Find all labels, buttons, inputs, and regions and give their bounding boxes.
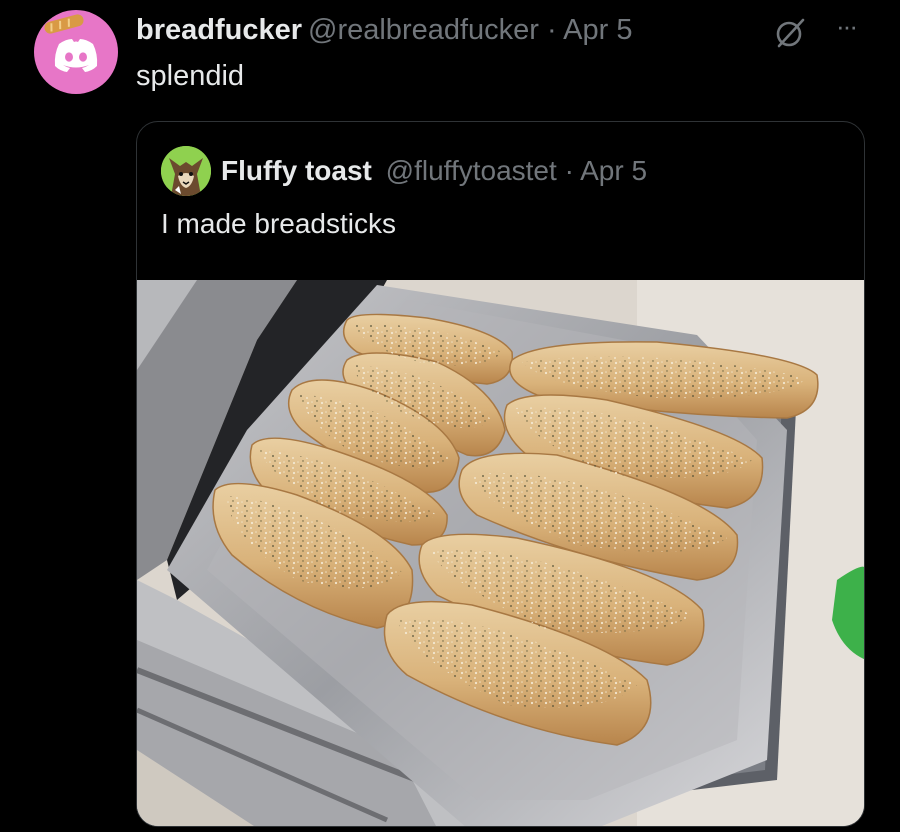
grok-icon[interactable]: [773, 16, 807, 50]
separator-dot: ·: [547, 14, 557, 46]
quote-text: I made breadsticks: [161, 208, 396, 239]
tweet-text: splendid: [136, 60, 245, 92]
quote-author-avatar[interactable]: [161, 146, 211, 196]
breadsticks-photo[interactable]: [137, 280, 864, 826]
tweet-date[interactable]: Apr 5: [563, 14, 632, 46]
tweet-header: breadfucker @realbreadfucker · Apr 5: [136, 12, 633, 48]
quote-separator-dot: ·: [564, 155, 574, 186]
more-options-icon[interactable]: ···: [828, 12, 864, 48]
quote-author-name[interactable]: Fluffy toast: [221, 155, 372, 186]
tweet[interactable]: breadfucker @realbreadfucker · Apr 5 sple…: [0, 0, 900, 832]
fox-avatar-icon: [161, 146, 211, 196]
author-name[interactable]: breadfucker: [136, 14, 302, 46]
quoted-tweet[interactable]: Fluffy toast @fluffytoastet · Apr 5 I ma…: [136, 121, 865, 827]
discord-logo-icon: [44, 14, 98, 72]
quote-date[interactable]: Apr 5: [580, 155, 647, 186]
author-avatar[interactable]: [34, 10, 118, 94]
author-handle[interactable]: @realbreadfucker: [308, 14, 539, 46]
quote-author-handle[interactable]: @fluffytoastet: [386, 155, 557, 186]
quote-header: Fluffy toast @fluffytoastet · Apr 5: [221, 153, 647, 189]
